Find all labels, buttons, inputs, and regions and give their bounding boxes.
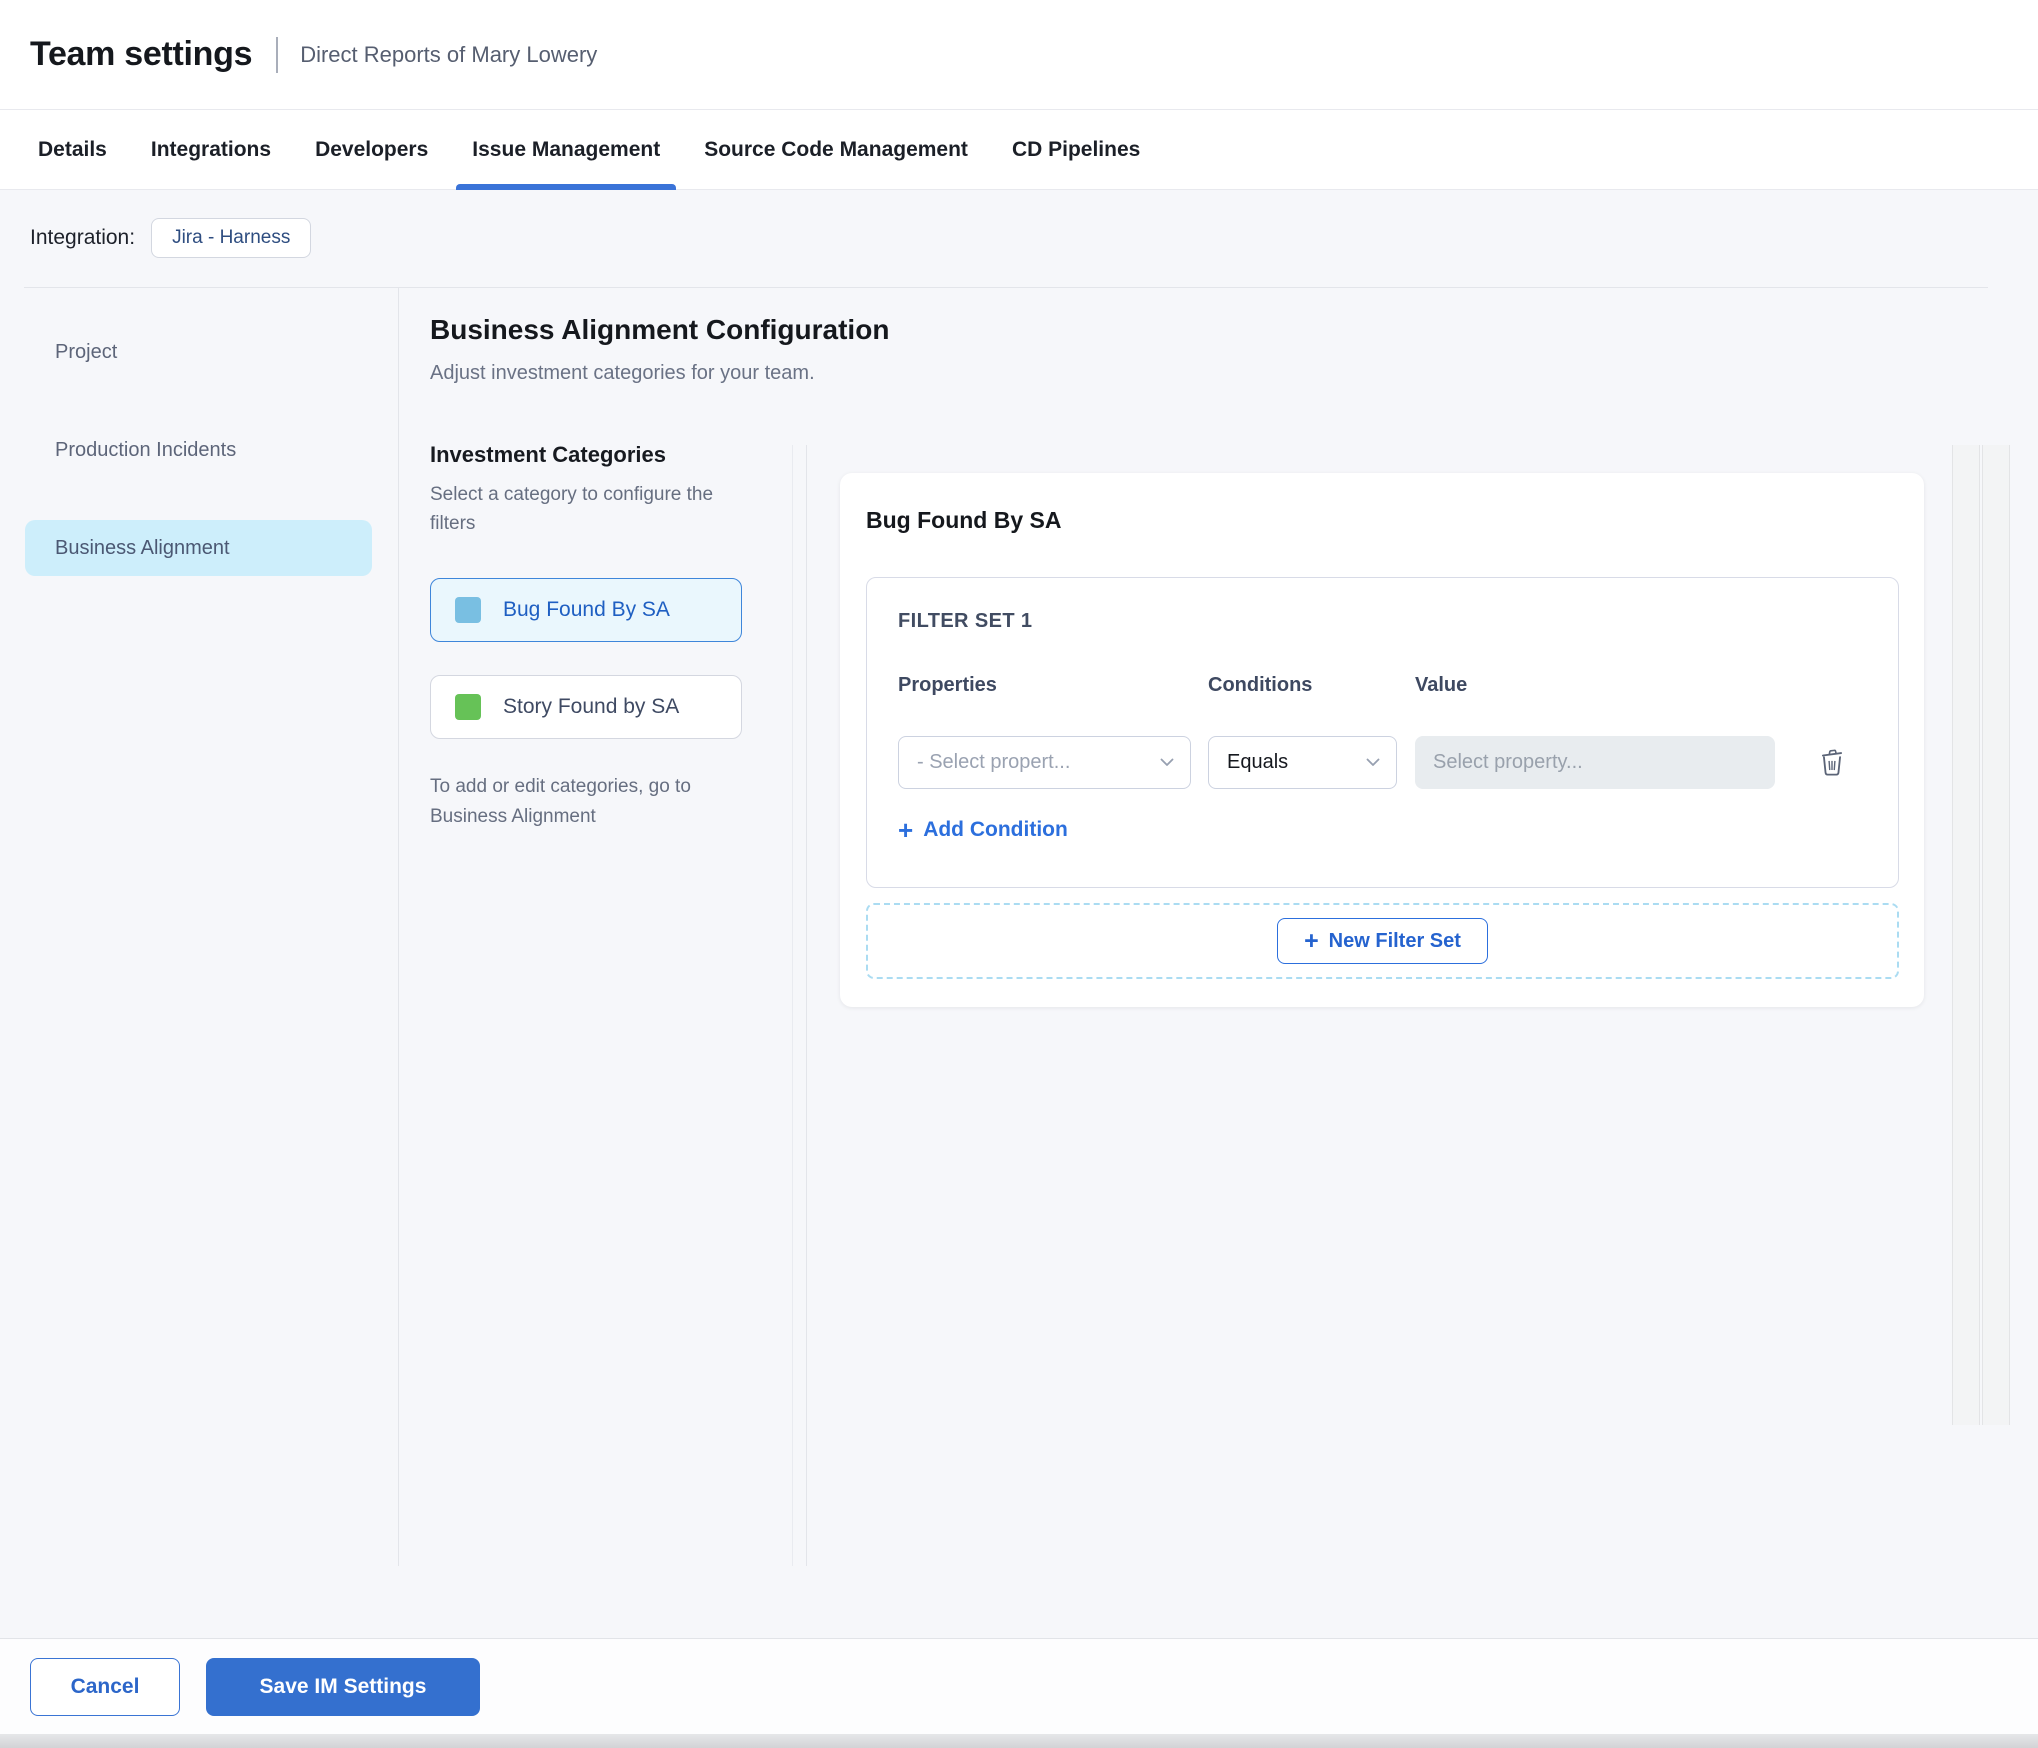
sidebar-item-production-incidents[interactable]: Production Incidents [25,422,372,478]
save-im-settings-button[interactable]: Save IM Settings [206,1657,480,1716]
filter-set-title: FILTER SET 1 [898,610,1033,632]
category-label: Story Found by SA [503,695,680,718]
page-scrollbar-track[interactable] [1982,445,2010,1425]
tab-details[interactable]: Details [16,111,129,189]
tab-integrations[interactable]: Integrations [129,111,293,189]
category-list: Bug Found By SA Story Found by SA [430,578,742,739]
tab-issue-management[interactable]: Issue Management [450,111,682,190]
tab-developers[interactable]: Developers [293,111,450,189]
title-divider [276,36,279,73]
new-filter-set-dropzone: + New Filter Set [866,903,1899,979]
settings-sidebar: Project Production Incidents Business Al… [0,288,399,1566]
cancel-button[interactable]: Cancel [30,1657,180,1716]
conditions-column-label: Conditions [1208,674,1313,696]
add-condition-button[interactable]: + Add Condition [898,815,1068,845]
page-header: Team settings Direct Reports of Mary Low… [0,0,2038,110]
filter-set-1: FILTER SET 1 Properties Conditions Value… [866,577,1899,888]
investment-categories-panel: Investment Categories Select a category … [430,442,742,832]
properties-column-label: Properties [898,674,997,696]
categories-panel-divider [806,445,807,1566]
footer-action-bar: Cancel Save IM Settings [0,1638,2038,1734]
condition-select-value: Equals [1227,751,1289,773]
section-subtitle: Adjust investment categories for your te… [430,362,815,384]
investment-categories-title: Investment Categories [430,442,666,467]
tab-cd-pipelines[interactable]: CD Pipelines [990,111,1162,189]
category-item-story-found-by-sa[interactable]: Story Found by SA [430,675,742,739]
category-label: Bug Found By SA [503,598,670,621]
sidebar-item-business-alignment[interactable]: Business Alignment [25,520,372,576]
sidebar-item-project[interactable]: Project [25,324,372,380]
category-item-bug-found-by-sa[interactable]: Bug Found By SA [430,578,742,642]
categories-scrollbar-track [792,445,793,1566]
team-settings-page: Team settings Direct Reports of Mary Low… [0,0,2038,1748]
property-select-placeholder: - Select propert... [917,751,1071,773]
chevron-down-icon [1366,758,1380,767]
trash-icon [1819,748,1845,777]
integration-row: Integration: Jira - Harness [30,216,312,260]
page-title: Team settings [30,35,253,73]
section-title: Business Alignment Configuration [430,314,890,345]
new-filter-set-label: New Filter Set [1328,929,1461,952]
value-input[interactable] [1415,736,1775,789]
add-condition-label: Add Condition [923,818,1068,841]
plus-icon: + [1304,927,1319,955]
section-header: Business Alignment Configuration Adjust … [430,314,889,385]
investment-categories-helper: Select a category to configure the filte… [430,484,714,534]
page-subtitle: Direct Reports of Mary Lowery [300,41,598,67]
panel-scrollbar-track[interactable] [1952,445,1980,1425]
delete-condition-button[interactable] [1815,744,1849,780]
integration-chip[interactable]: Jira - Harness [151,218,312,258]
chevron-down-icon [1160,758,1174,767]
integration-label: Integration: [30,226,136,249]
category-color-swatch [455,694,481,720]
plus-icon: + [898,815,914,845]
content-area: Integration: Jira - Harness Project Prod… [0,190,2038,1638]
filter-card-title: Bug Found By SA [866,507,1062,533]
category-color-swatch [455,597,481,623]
value-column-label: Value [1415,674,1468,696]
window-bottom-edge [0,1734,2038,1748]
condition-select[interactable]: Equals [1208,736,1397,789]
categories-note: To add or edit categories, go to Busines… [430,776,691,827]
filter-config-card: Bug Found By SA FILTER SET 1 Properties … [840,473,1924,1007]
new-filter-set-button[interactable]: + New Filter Set [1277,918,1488,964]
tab-bar: Details Integrations Developers Issue Ma… [0,111,2038,190]
property-select[interactable]: - Select propert... [898,736,1191,789]
tab-source-code-management[interactable]: Source Code Management [682,111,990,189]
